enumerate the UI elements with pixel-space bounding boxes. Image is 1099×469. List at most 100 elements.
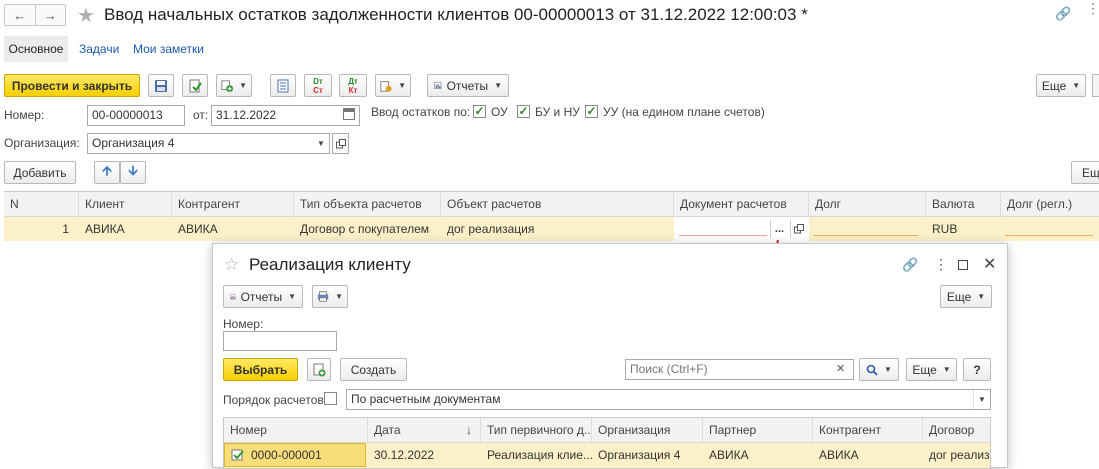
col-debt-regl[interactable]: Долг (регл.) [1001, 192, 1099, 217]
table-row[interactable]: 0000-000001 30.12.2022 Реализация клие..… [224, 443, 991, 468]
dcell-counterparty: АВИКА [819, 448, 859, 462]
dcol-partner[interactable]: Партнер [703, 418, 813, 443]
help-button[interactable] [1092, 74, 1099, 97]
dialog-help-button[interactable]: ? [963, 358, 991, 381]
dialog-favorite-star-icon[interactable]: ☆ [224, 255, 239, 275]
table-more-button[interactable]: Ещ [1071, 161, 1099, 184]
dialog-print-button[interactable]: ▼ [312, 285, 348, 308]
col-debt[interactable]: Долг [809, 192, 926, 217]
move-up-button[interactable]: 🡩 [94, 161, 120, 184]
from-label: от: [193, 108, 209, 122]
ellipsis-label: ... [774, 223, 785, 235]
dcell-contract: дог реализа [929, 448, 991, 462]
col-document[interactable]: Документ расчетов [674, 192, 809, 217]
sort-arrow-icon: ↓ [466, 423, 472, 437]
checkbox-bu[interactable]: ✓ [517, 105, 530, 118]
document-journal-button[interactable] [270, 74, 296, 97]
journal-icon [277, 79, 289, 92]
select-button[interactable]: Выбрать [223, 358, 298, 381]
col-counterparty[interactable]: Контрагент [172, 192, 294, 217]
dcell-number-wrap: 0000-000001 [224, 443, 366, 467]
dcol-org[interactable]: Организация [592, 418, 703, 443]
nav-back-forward: ← → [4, 4, 66, 26]
checkbox-uu[interactable]: ✓ [585, 105, 598, 118]
calendar-icon[interactable] [343, 108, 355, 120]
dialog-link-icon[interactable]: 🔗 [902, 257, 918, 273]
search-button[interactable]: ▼ [859, 358, 899, 381]
search-icon [866, 364, 878, 376]
save-button[interactable] [148, 74, 174, 97]
col-currency[interactable]: Валюта [926, 192, 1001, 217]
dialog-more-button[interactable]: Еще ▼ [906, 358, 957, 381]
link-icon[interactable]: 🔗 [1055, 6, 1071, 22]
dt-ct-button[interactable]: Dт Cт [304, 74, 332, 97]
organization-dropdown-icon[interactable]: ▼ [313, 134, 329, 153]
menu-dots-icon[interactable]: ⋮ [1086, 1, 1099, 15]
back-button[interactable]: ← [5, 5, 36, 25]
organization-value: Организация 4 [92, 136, 175, 150]
document-select-button[interactable]: ... [770, 220, 788, 238]
col-n[interactable]: N [4, 192, 79, 217]
tab-main[interactable]: Основное [4, 36, 68, 62]
forward-button[interactable]: → [36, 5, 66, 25]
clear-search-icon[interactable]: ✕ [836, 362, 845, 375]
cell-client: АВИКА [85, 222, 125, 236]
tab-notes[interactable]: Мои заметки [133, 42, 204, 56]
dialog-more-top-button[interactable]: Еще ▼ [940, 285, 992, 308]
favorite-star-icon[interactable]: ★ [77, 3, 95, 28]
cell-document-editor[interactable]: ... [674, 217, 809, 241]
date-field[interactable]: 31.12.2022 [211, 105, 360, 126]
dialog-search-field[interactable] [625, 359, 854, 380]
document-open-button[interactable] [790, 220, 807, 238]
dcol-contract[interactable]: Договор [923, 418, 990, 443]
dialog-number-field[interactable] [223, 331, 337, 351]
add-row-button[interactable]: Добавить [4, 161, 76, 184]
col-client[interactable]: Клиент [79, 192, 172, 217]
checkbox-bu-label: БУ и НУ [535, 105, 580, 119]
create-based-on-icon [221, 79, 234, 92]
dcol-counterparty[interactable]: Контрагент [813, 418, 923, 443]
number-field[interactable]: 00-00000013 [87, 105, 185, 126]
attachments-button[interactable]: ▼ [375, 74, 411, 97]
dialog-close-icon[interactable]: ✕ [983, 254, 996, 274]
more-button[interactable]: Еще ▼ [1036, 74, 1086, 97]
cell-debt[interactable] [809, 217, 926, 241]
organization-open-button[interactable] [332, 133, 349, 154]
move-down-button[interactable]: 🡫 [120, 161, 146, 184]
dcol-number[interactable]: Номер [224, 418, 368, 443]
chevron-down-icon: ▼ [335, 292, 343, 301]
dialog-title: Реализация клиенту [249, 255, 411, 274]
order-select[interactable]: По расчетным документам [346, 389, 991, 410]
checkbox-ou[interactable]: ✓ [473, 105, 486, 118]
chevron-down-icon: ▼ [239, 81, 247, 90]
order-checkbox[interactable] [324, 392, 337, 405]
order-dropdown-icon[interactable]: ▼ [973, 390, 990, 409]
main-table: N Клиент Контрагент Тип объекта расчетов… [4, 191, 1099, 241]
dialog-maximize-icon[interactable] [958, 260, 968, 270]
organization-field[interactable]: Организация 4 [87, 133, 330, 154]
selection-dialog: ☆ Реализация клиенту 🔗 ⋮ ✕ Отчеты ▼ ▼ Ещ… [212, 243, 1008, 469]
dcell-partner: АВИКА [709, 448, 749, 462]
tab-tasks[interactable]: Задачи [79, 42, 119, 56]
dialog-menu-dots-icon[interactable]: ⋮ [934, 256, 948, 273]
dcol-type[interactable]: Тип первичного д... [481, 418, 592, 443]
dialog-reports-button[interactable]: Отчеты ▼ [223, 285, 303, 308]
window-title: Ввод начальных остатков задолженности кл… [104, 5, 808, 24]
post-document-icon [189, 79, 202, 92]
create-based-on-button[interactable]: ▼ [216, 74, 252, 97]
dialog-list-table: Номер Дата ↓ Тип первичного д... Организ… [223, 417, 991, 469]
dcol-date[interactable]: Дата ↓ [368, 418, 481, 443]
chevron-down-icon: ▼ [942, 365, 951, 374]
col-object-type[interactable]: Тип объекта расчетов [294, 192, 441, 217]
post-and-close-button[interactable]: Провести и закрыть [4, 74, 140, 97]
chevron-down-icon: ▼ [884, 365, 892, 374]
post-button[interactable] [182, 74, 208, 97]
create-button[interactable]: Создать [340, 358, 407, 381]
dt-kt-button[interactable]: Дт Кт [339, 74, 367, 97]
table-row[interactable]: 1 АВИКА АВИКА Договор с покупателем дог … [4, 217, 1099, 241]
col-object[interactable]: Объект расчетов [441, 192, 674, 217]
create-copy-button[interactable] [307, 358, 331, 381]
dialog-search-input[interactable] [630, 362, 831, 376]
cell-debt-regl[interactable] [1001, 217, 1099, 241]
reports-button[interactable]: Отчеты ▼ [427, 74, 509, 97]
